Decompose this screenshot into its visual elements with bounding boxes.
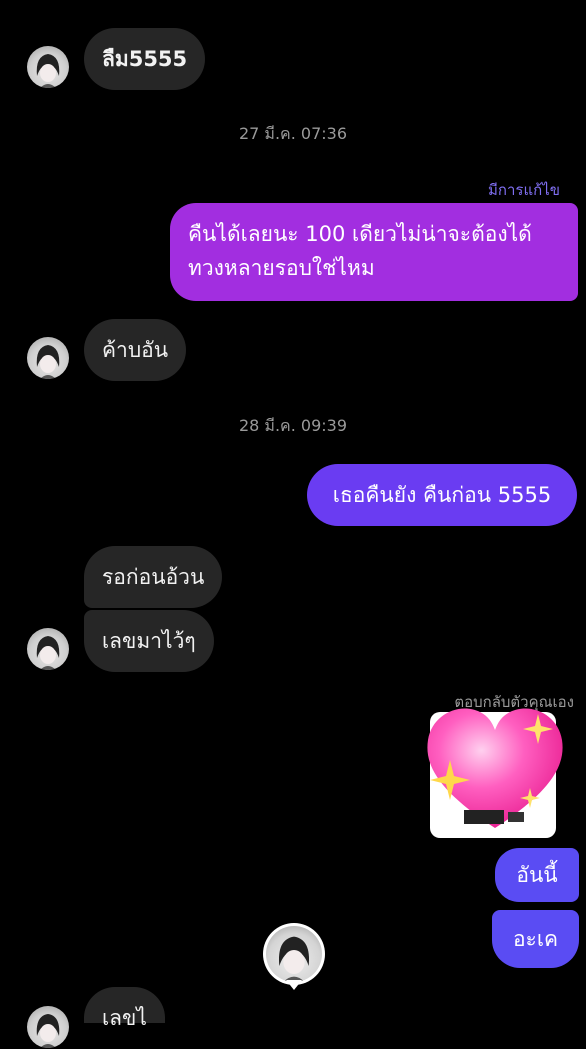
seen-avatar (263, 923, 325, 985)
message-text: อะเค (512, 927, 559, 951)
incoming-message[interactable]: เลขมาไว้ๆ (84, 610, 214, 672)
message-text: อันนี้ (516, 863, 558, 887)
timestamp: 27 มี.ค. 07:36 (238, 124, 348, 143)
message-text: ลืม5555 (102, 47, 188, 71)
message-text: เธอคืนยัง คืนก่อน 5555 (332, 483, 552, 507)
avatar[interactable] (27, 337, 69, 379)
edited-label: มีการแก้ไข (488, 181, 560, 199)
message-text: ค้าบอัน (102, 338, 169, 362)
message-text-line-1: คืนได้เลยนะ 100 เดียวไม่น่าจะต้องได้ (188, 222, 532, 246)
outgoing-message[interactable]: เธอคืนยัง คืนก่อน 5555 (307, 464, 577, 526)
avatar[interactable] (27, 1006, 69, 1048)
incoming-message[interactable]: รอก่อนอ้วน (84, 546, 223, 608)
incoming-message[interactable]: ลืม5555 (84, 28, 206, 90)
outgoing-message[interactable]: อะเค (492, 910, 579, 968)
sparkling-heart-icon (420, 700, 570, 835)
timestamp: 28 มี.ค. 09:39 (238, 416, 348, 435)
avatar[interactable] (27, 46, 69, 88)
incoming-message[interactable]: เลขไ (84, 987, 165, 1030)
incoming-message[interactable]: ค้าบอัน (84, 319, 187, 381)
outgoing-message[interactable]: คืนได้เลยนะ 100 เดียวไม่น่าจะต้องได้ ทวง… (170, 203, 578, 301)
message-text: รอก่อนอ้วน (102, 565, 205, 589)
message-text: เลขไ (102, 1006, 147, 1030)
avatar[interactable] (27, 628, 69, 670)
message-text: เลขมาไว้ๆ (102, 629, 196, 653)
outgoing-message[interactable]: อันนี้ (495, 848, 579, 902)
message-text-line-2: ทวงหลายรอบใช่ไหม (188, 256, 375, 280)
seen-avatar-tail (286, 980, 302, 990)
